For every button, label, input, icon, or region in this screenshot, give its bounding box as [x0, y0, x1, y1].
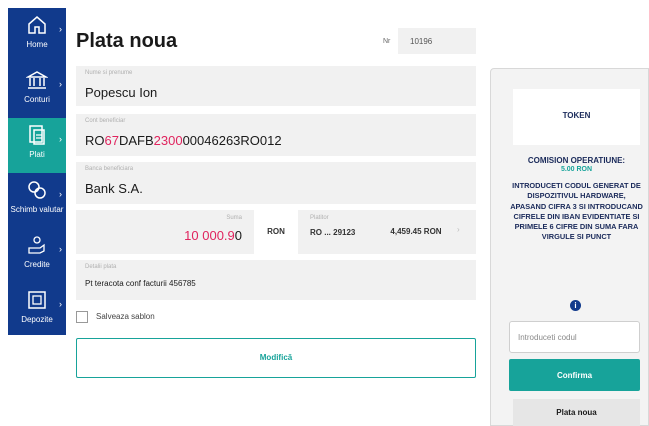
sidebar-item-label: Home: [26, 40, 48, 49]
new-payment-button[interactable]: Plata noua: [513, 399, 640, 426]
token-instructions: INTRODUCETI CODUL GENERAT DE DISPOZITIVU…: [510, 181, 643, 242]
beneficiary-name-label: Nume si prenume: [85, 70, 133, 76]
payment-details-label: Detalii plata: [85, 264, 117, 270]
chevron-right-icon: ›: [59, 134, 62, 144]
fee-title: COMISION OPERATIUNE:: [527, 156, 626, 165]
sidebar-item-label: Conturi: [24, 95, 50, 104]
token-code-input[interactable]: [509, 321, 640, 353]
payment-details-field[interactable]: Detalii plata Pt teracota conf facturii …: [76, 260, 476, 300]
sidebar-item-credite[interactable]: Credite ›: [8, 228, 66, 283]
payment-details-value: Pt teracota conf facturii 456785: [85, 279, 196, 288]
save-template-checkbox[interactable]: [76, 311, 88, 323]
currency-exchange-icon: [28, 181, 46, 199]
sidebar-item-conturi[interactable]: Conturi ›: [8, 63, 66, 118]
fee-value: 5.00 RON: [560, 166, 593, 173]
payments-icon: [29, 125, 45, 145]
sidebar-item-label: Credite: [24, 260, 50, 269]
bank-label: Banca beneficiara: [85, 166, 134, 172]
payment-number-label: Nr: [383, 38, 391, 45]
home-icon: [28, 16, 46, 34]
sidebar-item-label: Depozite: [21, 315, 53, 324]
page-title: Plata noua: [76, 30, 178, 52]
account-balance: 4,459.45 RON: [390, 227, 442, 236]
chevron-right-icon: ›: [59, 244, 62, 254]
iban-field[interactable]: Cont beneficiar RO67DAFB230000046263RO01…: [76, 114, 476, 156]
beneficiary-name-value: Popescu Ion: [85, 85, 158, 100]
payment-number-value: 10196: [410, 37, 433, 46]
amount-highlight: 10 000.9: [184, 228, 235, 243]
payer-account-label: Platitor: [310, 215, 329, 221]
amount-value: 10 000.90: [184, 228, 242, 243]
amount-row: Suma 10 000.90 RON Platitor RO ... 29123…: [76, 210, 476, 254]
confirm-button[interactable]: Confirma: [509, 359, 640, 391]
iban-part: RO: [85, 133, 105, 148]
info-icon[interactable]: i: [570, 300, 581, 311]
token-card: TOKEN: [513, 89, 640, 145]
sidebar-item-home[interactable]: Home ›: [8, 8, 66, 63]
amount-label: Suma: [226, 215, 242, 221]
iban-value: RO67DAFB230000046263RO012: [85, 133, 282, 148]
save-template-label: Salveaza sablon: [96, 312, 155, 321]
sidebar-item-depozite[interactable]: Depozite ›: [8, 283, 66, 338]
iban-part: DAFB: [118, 133, 154, 148]
payer-account-select[interactable]: Platitor RO ... 29123: [302, 210, 372, 254]
chevron-right-icon[interactable]: ›: [457, 225, 460, 234]
amount-field[interactable]: Suma 10 000.90: [76, 210, 250, 254]
sidebar: Home › Conturi › Plati › Schimb valutar …: [8, 8, 66, 335]
credit-icon: [28, 236, 45, 254]
token-title: TOKEN: [562, 111, 591, 120]
sidebar-item-label: Plati: [29, 150, 45, 159]
payment-number-field[interactable]: 10196: [398, 28, 476, 54]
payer-account-value: RO ... 29123: [310, 228, 356, 237]
iban-highlight: 2300: [153, 133, 183, 148]
amount-last-digit: 0: [234, 228, 242, 243]
modify-button[interactable]: Modifică: [76, 338, 476, 378]
sidebar-item-schimb-valutar[interactable]: Schimb valutar ›: [8, 173, 66, 228]
chevron-right-icon: ›: [59, 299, 62, 309]
bank-value: Bank S.A.: [85, 181, 143, 196]
deposit-icon: [28, 291, 46, 309]
beneficiary-name-field[interactable]: Nume si prenume Popescu Ion: [76, 66, 476, 106]
sidebar-item-plati[interactable]: Plati ›: [8, 118, 66, 173]
bank-field[interactable]: Banca beneficiara Bank S.A.: [76, 162, 476, 204]
iban-part: 00046263RO012: [182, 133, 282, 148]
bank-icon: [26, 71, 48, 89]
iban-label: Cont beneficiar: [85, 118, 126, 124]
chevron-right-icon: ›: [59, 189, 62, 199]
chevron-right-icon: ›: [59, 79, 62, 89]
chevron-right-icon: ›: [59, 24, 62, 34]
sidebar-item-label: Schimb valutar: [10, 205, 64, 214]
iban-highlight: 67: [104, 133, 119, 148]
token-panel: TOKEN COMISION OPERATIUNE: 5.00 RON INTR…: [490, 68, 649, 426]
currency-select[interactable]: RON: [254, 210, 298, 254]
